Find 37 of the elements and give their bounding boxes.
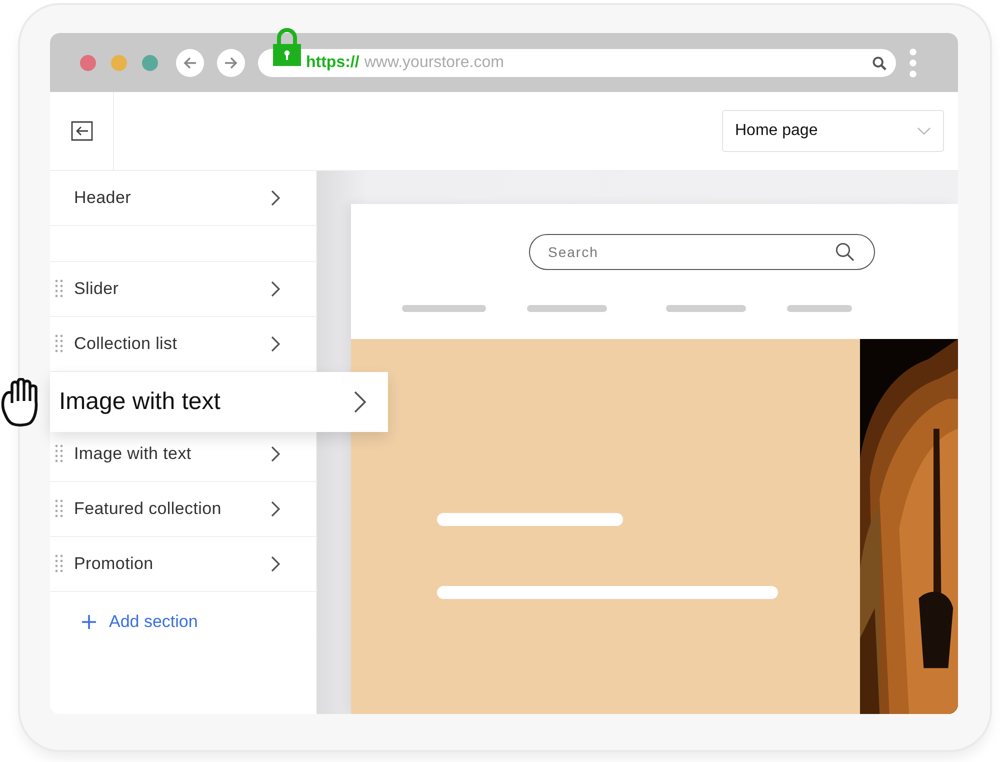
section-item[interactable]: Featured collection	[50, 482, 316, 537]
search-field[interactable]: Search	[529, 234, 875, 270]
maximize-window-dot[interactable]	[142, 54, 158, 70]
url-scheme: https://	[306, 54, 360, 72]
drag-handle-icon[interactable]	[55, 499, 63, 519]
drag-handle-icon[interactable]	[55, 554, 63, 574]
drag-handle-icon[interactable]	[55, 334, 63, 354]
url-text: www.yourstore.com	[364, 54, 504, 72]
chevron-right-icon	[270, 446, 280, 462]
back-button[interactable]	[176, 48, 204, 76]
forward-button[interactable]	[217, 48, 245, 76]
chevron-down-icon	[917, 127, 931, 135]
forward-arrow-icon	[223, 54, 239, 70]
placeholder-line	[787, 305, 852, 312]
drag-handle-icon[interactable]	[55, 279, 63, 299]
padlock-icon	[272, 26, 302, 66]
chevron-right-icon	[353, 391, 366, 413]
chevron-right-icon	[270, 501, 280, 517]
chevron-right-icon	[270, 281, 280, 297]
chevron-right-icon	[270, 336, 280, 352]
plus-icon	[82, 615, 96, 629]
search-icon	[835, 242, 855, 262]
minimize-window-dot[interactable]	[111, 54, 127, 70]
section-item[interactable]: Header	[50, 171, 316, 226]
more-menu-icon[interactable]	[909, 48, 917, 78]
section-item[interactable]: Slider	[50, 262, 316, 317]
section-item[interactable]: Image with text	[50, 427, 316, 482]
section-item[interactable]: Promotion	[50, 537, 316, 592]
close-window-dot[interactable]	[80, 54, 96, 70]
search-icon[interactable]	[872, 56, 887, 70]
add-section-link[interactable]: Add section	[82, 612, 198, 632]
drag-handle-icon[interactable]	[55, 444, 63, 464]
chevron-right-icon	[270, 556, 280, 572]
back-arrow-icon	[182, 54, 198, 70]
exit-icon[interactable]	[70, 121, 92, 141]
chevron-right-icon	[270, 190, 280, 206]
page-select[interactable]: Home page	[722, 110, 944, 152]
